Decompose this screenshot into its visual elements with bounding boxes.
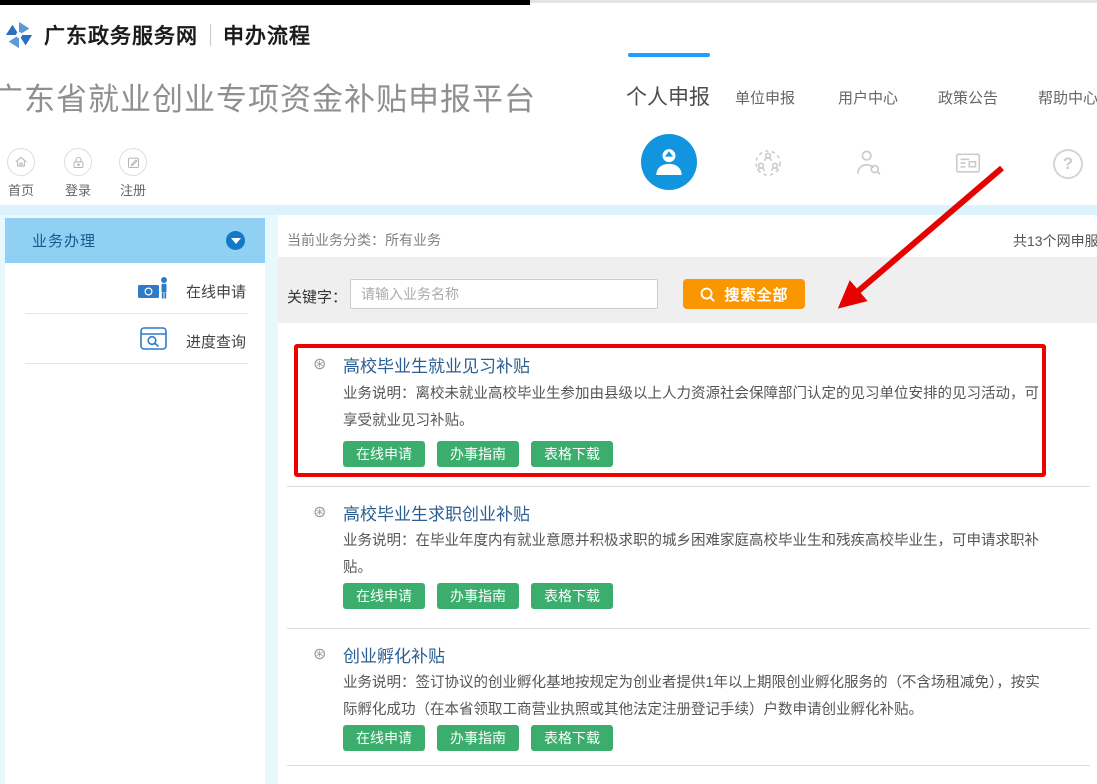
home-icon: [7, 148, 35, 176]
service-count-label: 共13个网申服务: [1013, 231, 1097, 251]
lock-icon: [64, 148, 92, 176]
user-icon[interactable]: [852, 147, 884, 179]
progress-query-icon: [140, 327, 167, 355]
item-title[interactable]: 创业孵化补贴: [343, 642, 445, 667]
online-apply-button[interactable]: 在线申请: [343, 583, 425, 609]
form-download-button[interactable]: 表格下载: [531, 725, 613, 751]
guide-button[interactable]: 办事指南: [437, 725, 519, 751]
platform-title: 广东省就业创业专项资金补贴申报平台: [0, 74, 536, 119]
form-download-button[interactable]: 表格下载: [531, 441, 613, 467]
divider: [25, 313, 248, 314]
search-icon: [699, 286, 716, 303]
online-apply-button[interactable]: 在线申请: [343, 441, 425, 467]
site-header: 广东政务服务网 申办流程: [0, 5, 1097, 65]
guide-button[interactable]: 办事指南: [437, 583, 519, 609]
active-tab-indicator: [628, 53, 710, 57]
item-badge-icon: ⊛: [313, 354, 326, 374]
tab-user-center[interactable]: 用户中心: [838, 87, 898, 108]
divider: [287, 628, 1090, 629]
divider: [287, 765, 1090, 766]
person-icon[interactable]: [641, 134, 697, 190]
register-icon: [119, 148, 147, 176]
tab-help-center[interactable]: 帮助中心: [1038, 87, 1097, 108]
banner-bottom-band: [0, 205, 1097, 215]
item-badge-icon: ⊛: [313, 502, 326, 522]
quicklink-label: 注册: [98, 180, 168, 199]
item-title[interactable]: 高校毕业生求职创业补贴: [343, 500, 530, 525]
section-title: 申办流程: [223, 20, 311, 50]
online-apply-button[interactable]: 在线申请: [343, 725, 425, 751]
keyword-label: 关键字：: [287, 286, 347, 307]
item-badge-icon: ⊛: [313, 644, 326, 664]
top-strip-light: [530, 0, 1097, 3]
current-category-label: 当前业务分类：所有业务: [287, 230, 441, 250]
tab-unit-declare[interactable]: 单位申报: [735, 87, 795, 108]
tab-personal-declare[interactable]: 个人申报: [626, 81, 710, 111]
item-actions: 在线申请 办事指南 表格下载: [343, 725, 613, 751]
item-description: 业务说明：签订协议的创业孵化基地按规定为创业者提供1年以上期限创业孵化服务的（不…: [343, 670, 1046, 724]
online-apply-icon: [137, 275, 171, 307]
sidebar-item-progress-query[interactable]: 进度查询: [186, 331, 246, 352]
chevron-down-icon[interactable]: [226, 231, 245, 250]
search-button-label: 搜索全部: [724, 284, 788, 305]
sidebar-item-online-apply[interactable]: 在线申请: [186, 281, 246, 302]
item-actions: 在线申请 办事指南 表格下载: [343, 583, 613, 609]
item-title[interactable]: 高校毕业生就业见习补贴: [343, 352, 530, 377]
item-actions: 在线申请 办事指南 表格下载: [343, 441, 613, 467]
organization-icon[interactable]: [752, 147, 784, 179]
site-name: 广东政务服务网: [44, 20, 198, 50]
form-download-button[interactable]: 表格下载: [531, 583, 613, 609]
item-description: 业务说明：在毕业年度内有就业意愿并积极求职的城乡困难家庭高校毕业生和残疾高校毕业…: [343, 528, 1046, 582]
search-all-button[interactable]: 搜索全部: [683, 279, 805, 309]
help-icon[interactable]: ?: [1053, 149, 1083, 179]
quicklink-register[interactable]: 注册: [98, 148, 168, 199]
announcement-icon[interactable]: [953, 148, 983, 178]
page: 广东政务服务网 申办流程 广东省就业创业专项资金补贴申报平台 首页 登录 注册: [0, 0, 1097, 784]
tab-policy-announcements[interactable]: 政策公告: [938, 87, 998, 108]
divider: [287, 486, 1090, 487]
site-logo-icon[interactable]: [4, 19, 34, 51]
guide-button[interactable]: 办事指南: [437, 441, 519, 467]
divider: [25, 363, 248, 364]
search-input[interactable]: [350, 279, 658, 309]
sidebar-section-business[interactable]: 业务办理: [5, 218, 265, 263]
header-separator: [210, 24, 211, 46]
item-description: 业务说明：离校未就业高校毕业生参加由县级以上人力资源社会保障部门认定的见习单位安…: [343, 381, 1046, 435]
sidebar-section-label: 业务办理: [32, 230, 96, 251]
